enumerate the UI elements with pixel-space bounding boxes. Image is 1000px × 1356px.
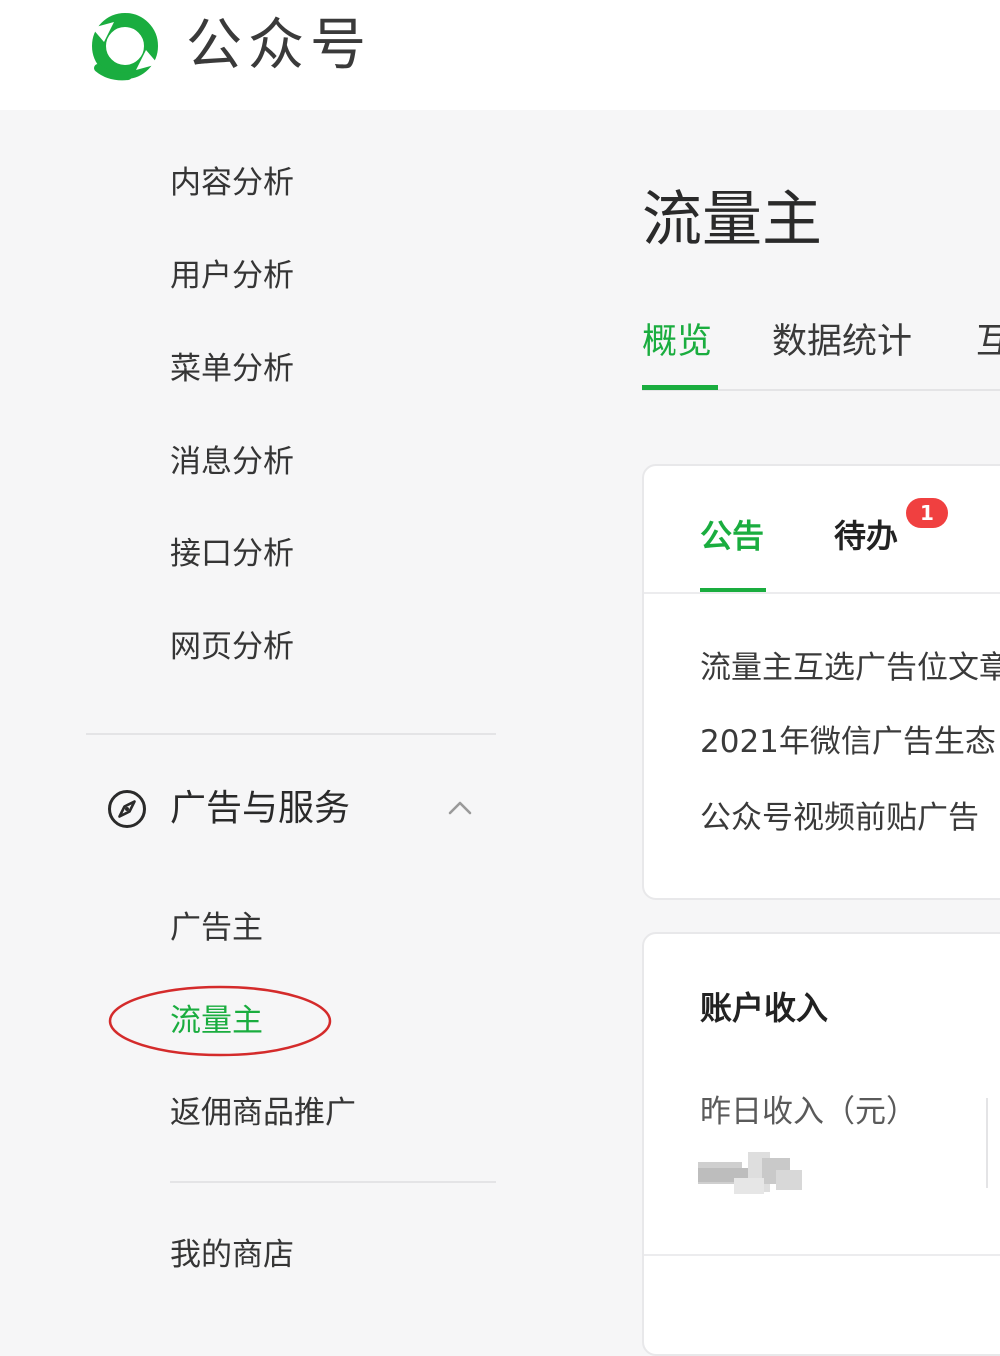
tab-data-statistics[interactable]: 数据统计	[772, 318, 912, 366]
card-divider	[644, 592, 1000, 594]
income-card-divider	[644, 1254, 1000, 1256]
card-tab-todo[interactable]: 待办	[834, 514, 898, 558]
todo-count-badge: 1	[906, 498, 948, 528]
sidebar-item-my-store[interactable]: 我的商店	[170, 1235, 294, 1275]
wechat-official-account-logo-icon[interactable]	[84, 8, 166, 84]
sidebar-item-message-analysis[interactable]: 消息分析	[170, 442, 294, 482]
card-tab-announcement[interactable]: 公告	[700, 514, 764, 558]
account-income-title: 账户收入	[700, 989, 829, 1027]
sidebar-item-advertiser[interactable]: 广告主	[170, 908, 263, 948]
sidebar-item-interface-analysis[interactable]: 接口分析	[170, 534, 294, 574]
logo-text: 公众号	[186, 13, 372, 78]
sidebar-item-menu-analysis[interactable]: 菜单分析	[170, 349, 294, 389]
top-header: 公众号	[0, 0, 1000, 110]
sidebar-divider	[86, 733, 496, 735]
sidebar-item-commission-promotion[interactable]: 返佣商品推广	[170, 1093, 356, 1133]
section-label: 广告与服务	[170, 788, 351, 829]
sidebar-section-ads-and-services[interactable]: 广告与服务	[106, 786, 486, 832]
chevron-up-icon[interactable]	[446, 794, 474, 822]
tab-mutual[interactable]: 互	[976, 318, 1000, 366]
tab-overview[interactable]: 概览	[642, 318, 712, 366]
yesterday-income-label: 昨日收入（元）	[700, 1094, 917, 1130]
sidebar-item-user-analysis[interactable]: 用户分析	[170, 256, 294, 296]
sidebar-item-content-analysis[interactable]: 内容分析	[170, 163, 294, 203]
notice-item[interactable]: 流量主互选广告位文章	[700, 648, 1000, 688]
income-card: 账户收入 昨日收入（元）	[642, 932, 1000, 1356]
blurred-income-value	[698, 1152, 802, 1194]
income-column-divider	[986, 1098, 988, 1188]
tab-active-indicator	[642, 385, 718, 390]
notice-item[interactable]: 公众号视频前贴广告	[700, 798, 979, 838]
notice-item[interactable]: 2021年微信广告生态	[700, 722, 996, 762]
sidebar-divider-2	[170, 1181, 496, 1183]
compass-icon	[108, 790, 146, 828]
page-title: 流量主	[642, 185, 822, 255]
sidebar-item-webpage-analysis[interactable]: 网页分析	[170, 627, 294, 667]
notice-card: 公告 待办 1 流量主互选广告位文章 2021年微信广告生态 公众号视频前贴广告	[642, 464, 1000, 900]
sidebar-item-traffic-owner[interactable]: 流量主	[170, 1001, 263, 1041]
